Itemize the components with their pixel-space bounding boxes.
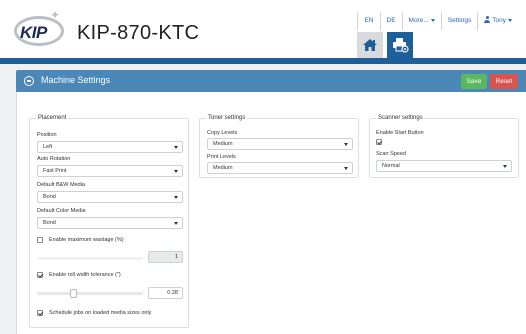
scanner-fieldset: Scanner settings Enable Start Button Sca…: [369, 114, 519, 178]
chevron-down-icon: [430, 18, 435, 22]
home-icon: [363, 39, 377, 51]
more-menu[interactable]: More...: [403, 12, 442, 30]
header-band: [0, 58, 526, 64]
max-wastage-checkbox[interactable]: [37, 237, 43, 243]
placement-fieldset: Placement Position Left Auto Rotation Fa…: [29, 114, 189, 328]
logo-star-icon: ✦: [50, 8, 61, 22]
max-wastage-label: Enable maximum wastage (%): [49, 237, 124, 243]
roll-width-slider-track[interactable]: [37, 292, 143, 295]
scan-speed-value: Normal: [382, 163, 400, 169]
default-bw-label: Default B&W Media: [37, 182, 85, 188]
app-header: ✦ KIP KIP-870-KTC EN DE More... Settings…: [0, 0, 526, 58]
position-select[interactable]: Left: [37, 141, 183, 153]
product-title: KIP-870-KTC: [77, 22, 200, 44]
roll-width-slider-handle[interactable]: [70, 289, 77, 298]
print-levels-label: Print Levels: [207, 154, 236, 160]
printer-settings-icon: [393, 38, 409, 53]
toner-legend: Toner settings: [206, 114, 248, 122]
logo-text: KIP: [20, 23, 47, 42]
print-levels-select[interactable]: Medium: [207, 162, 353, 174]
chevron-down-icon: [174, 146, 178, 149]
minus-circle-icon[interactable]: [24, 76, 34, 86]
schedule-jobs-label: Schedule jobs on loaded media sizes only: [49, 310, 152, 316]
user-menu[interactable]: Tony: [478, 12, 518, 30]
lang-en-link[interactable]: EN: [357, 12, 381, 30]
default-bw-value: Bond: [43, 194, 56, 200]
chevron-down-icon: [174, 170, 178, 173]
copy-levels-label: Copy Levels: [207, 130, 238, 136]
default-color-value: Bond: [43, 220, 56, 226]
enable-start-label: Enable Start Button: [376, 130, 424, 136]
roll-width-label: Enable roll width tolerance ("): [49, 272, 121, 278]
auto-rotation-value: Fast Print: [43, 168, 67, 174]
copy-levels-value: Medium: [213, 141, 233, 147]
chevron-down-icon: [174, 222, 178, 225]
chevron-down-icon: [344, 143, 348, 146]
tab-printer-settings[interactable]: [387, 32, 413, 58]
roll-width-input[interactable]: 0.28: [148, 287, 183, 299]
enable-start-checkbox[interactable]: [376, 139, 382, 145]
default-color-select[interactable]: Bond: [37, 217, 183, 229]
toner-fieldset: Toner settings Copy Levels Medium Print …: [199, 114, 359, 178]
top-nav: EN DE More... Settings Tony: [357, 12, 518, 30]
machine-settings-body: Placement Position Left Auto Rotation Fa…: [16, 92, 526, 334]
default-bw-select[interactable]: Bond: [37, 191, 183, 203]
print-levels-value: Medium: [213, 165, 233, 171]
scanner-legend: Scanner settings: [376, 114, 425, 122]
default-color-label: Default Color Media: [37, 208, 86, 214]
auto-rotation-select[interactable]: Fast Print: [37, 165, 183, 177]
auto-rotation-label: Auto Rotation: [37, 156, 71, 162]
schedule-jobs-checkbox[interactable]: [37, 310, 43, 316]
lang-de-link[interactable]: DE: [381, 12, 403, 30]
roll-width-checkbox[interactable]: [37, 272, 43, 278]
panel-title: Machine Settings: [41, 75, 111, 85]
max-wastage-slider: [37, 257, 143, 260]
chevron-down-icon: [174, 196, 178, 199]
copy-levels-select[interactable]: Medium: [207, 138, 353, 150]
chevron-down-icon: [503, 165, 507, 168]
settings-link[interactable]: Settings: [442, 12, 479, 30]
tab-home[interactable]: [357, 32, 383, 58]
position-value: Left: [43, 144, 53, 150]
user-name: Tony: [492, 17, 506, 24]
machine-settings-header[interactable]: Machine Settings: [16, 70, 526, 92]
reset-button[interactable]: Reset: [490, 74, 518, 89]
placement-legend: Placement: [36, 114, 69, 122]
save-button[interactable]: Save: [461, 74, 487, 89]
chevron-down-icon: [508, 18, 512, 22]
position-label: Position: [37, 132, 57, 138]
more-menu-label: More...: [408, 17, 429, 24]
max-wastage-input: 1: [148, 251, 183, 263]
chevron-down-icon: [344, 167, 348, 170]
user-icon: [484, 16, 491, 23]
scan-speed-select[interactable]: Normal: [376, 160, 512, 172]
kip-logo[interactable]: ✦ KIP: [14, 8, 66, 48]
scan-speed-label: Scan Speed: [376, 151, 406, 157]
